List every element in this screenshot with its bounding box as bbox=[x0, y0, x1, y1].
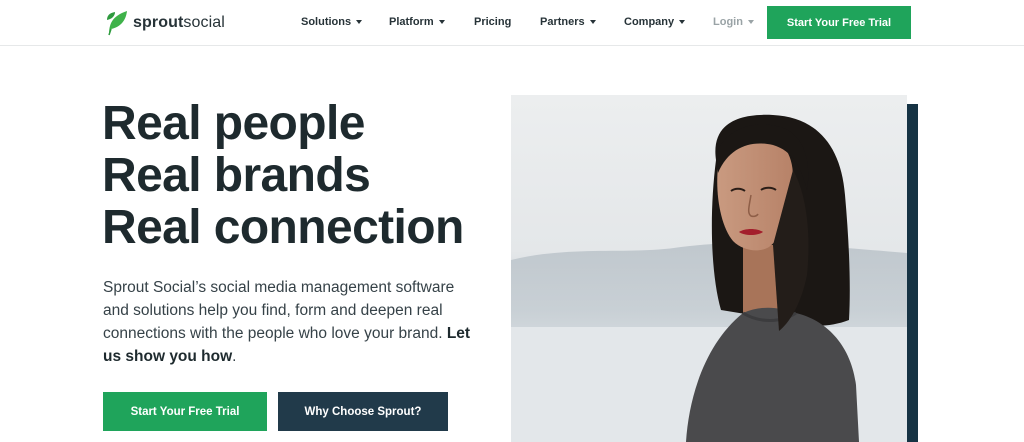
site-header: sproutsocial Solutions Platform Pricing … bbox=[0, 0, 1024, 46]
nav-platform[interactable]: Platform bbox=[389, 15, 445, 29]
hero-headline: Real people Real brands Real connection bbox=[102, 98, 502, 254]
chevron-down-icon bbox=[589, 20, 596, 24]
hero-photo bbox=[511, 95, 907, 442]
start-free-trial-button[interactable]: Start Your Free Trial bbox=[103, 392, 267, 431]
nav-company[interactable]: Company bbox=[624, 15, 686, 29]
logo-link[interactable]: sproutsocial bbox=[106, 9, 225, 37]
nav-solutions-label: Solutions bbox=[301, 16, 352, 28]
nav-pricing-label: Pricing bbox=[474, 16, 512, 28]
hero-description-text: Sprout Social’s social media management … bbox=[103, 279, 455, 342]
nav-login[interactable]: Login bbox=[713, 15, 754, 29]
sprout-leaf-logo-icon bbox=[107, 11, 127, 36]
headline-line-3: Real connection bbox=[102, 201, 464, 254]
headline-line-2: Real brands bbox=[102, 149, 371, 202]
nav-pricing[interactable]: Pricing bbox=[474, 15, 511, 29]
nav-solutions[interactable]: Solutions bbox=[301, 15, 363, 29]
headline-line-1: Real people bbox=[102, 97, 365, 150]
hero-description-end: . bbox=[232, 348, 237, 365]
why-choose-sprout-button[interactable]: Why Choose Sprout? bbox=[278, 392, 448, 431]
chevron-down-icon bbox=[356, 20, 363, 24]
photo-accent-bar bbox=[907, 104, 918, 442]
woman-portrait-image bbox=[511, 95, 907, 442]
nav-login-label: Login bbox=[713, 16, 743, 28]
nav-company-label: Company bbox=[624, 16, 675, 28]
hero-description: Sprout Social’s social media management … bbox=[103, 276, 483, 368]
chevron-down-icon bbox=[747, 20, 754, 24]
chevron-down-icon bbox=[438, 20, 445, 24]
header-start-trial-button[interactable]: Start Your Free Trial bbox=[767, 6, 911, 39]
nav-platform-label: Platform bbox=[389, 16, 434, 28]
chevron-down-icon bbox=[679, 20, 686, 24]
logo-wordmark: sproutsocial bbox=[133, 14, 225, 31]
nav-partners[interactable]: Partners bbox=[540, 15, 596, 29]
nav-partners-label: Partners bbox=[540, 16, 585, 28]
